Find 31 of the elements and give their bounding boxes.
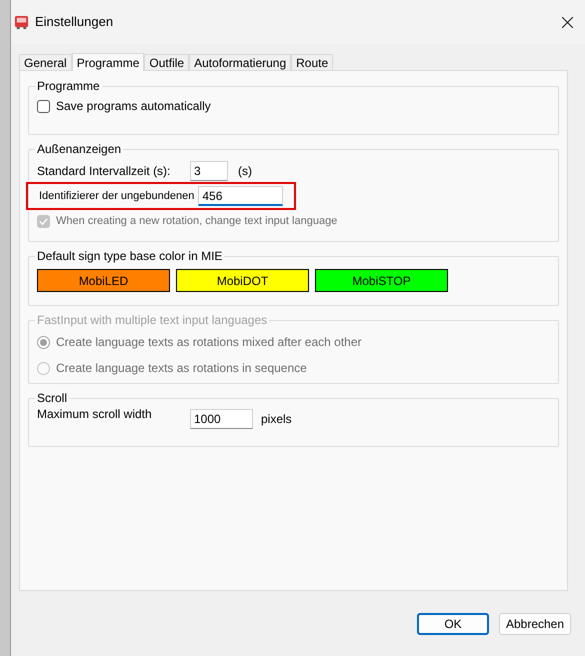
group-title: Default sign type base color in MIE — [35, 249, 224, 263]
group-title: Scroll — [35, 391, 70, 405]
tab[interactable]: Programme — [72, 53, 144, 71]
tab[interactable]: Autoformatierung — [189, 54, 292, 70]
radio-label: Create language texts as rotations in sequence — [56, 360, 307, 377]
unit-label: (s) — [238, 163, 252, 180]
checkbox-label: When creating a new rotation, change text input language — [56, 214, 338, 229]
close-icon[interactable] — [562, 16, 573, 28]
tab[interactable]: Outfile — [144, 54, 190, 70]
field-label: Identifizierer der ungebundenen — [39, 188, 194, 204]
text-field[interactable]: 3 — [190, 161, 228, 181]
tab[interactable]: Route — [291, 54, 334, 70]
dialog-button[interactable]: OK — [417, 613, 489, 635]
group-title: Außenanzeigen — [35, 142, 124, 156]
group-title: FastInput with multiple text input languages — [35, 313, 270, 327]
checkbox-label: Save programs automatically — [56, 98, 211, 115]
tab[interactable]: General — [19, 54, 72, 70]
dialog-button[interactable]: Abbrechen — [499, 613, 571, 635]
color-button[interactable]: MobiLED — [37, 269, 170, 292]
radio-label: Create language texts as rotations mixed after each other — [56, 334, 362, 351]
field-label: Standard Intervallzeit (s): — [37, 163, 172, 180]
field-label: Maximum scroll width — [37, 406, 153, 423]
text-field[interactable]: 1000 — [190, 409, 253, 429]
color-button[interactable]: MobiSTOP — [315, 269, 448, 292]
unit-label: pixels — [261, 411, 292, 428]
group-title: Programme — [35, 79, 102, 93]
color-button[interactable]: MobiDOT — [176, 269, 309, 292]
window-title: Einstellungen — [35, 13, 114, 32]
checkbox[interactable] — [37, 100, 50, 112]
text-field[interactable]: 456 — [198, 186, 284, 206]
bus-icon — [14, 14, 29, 30]
